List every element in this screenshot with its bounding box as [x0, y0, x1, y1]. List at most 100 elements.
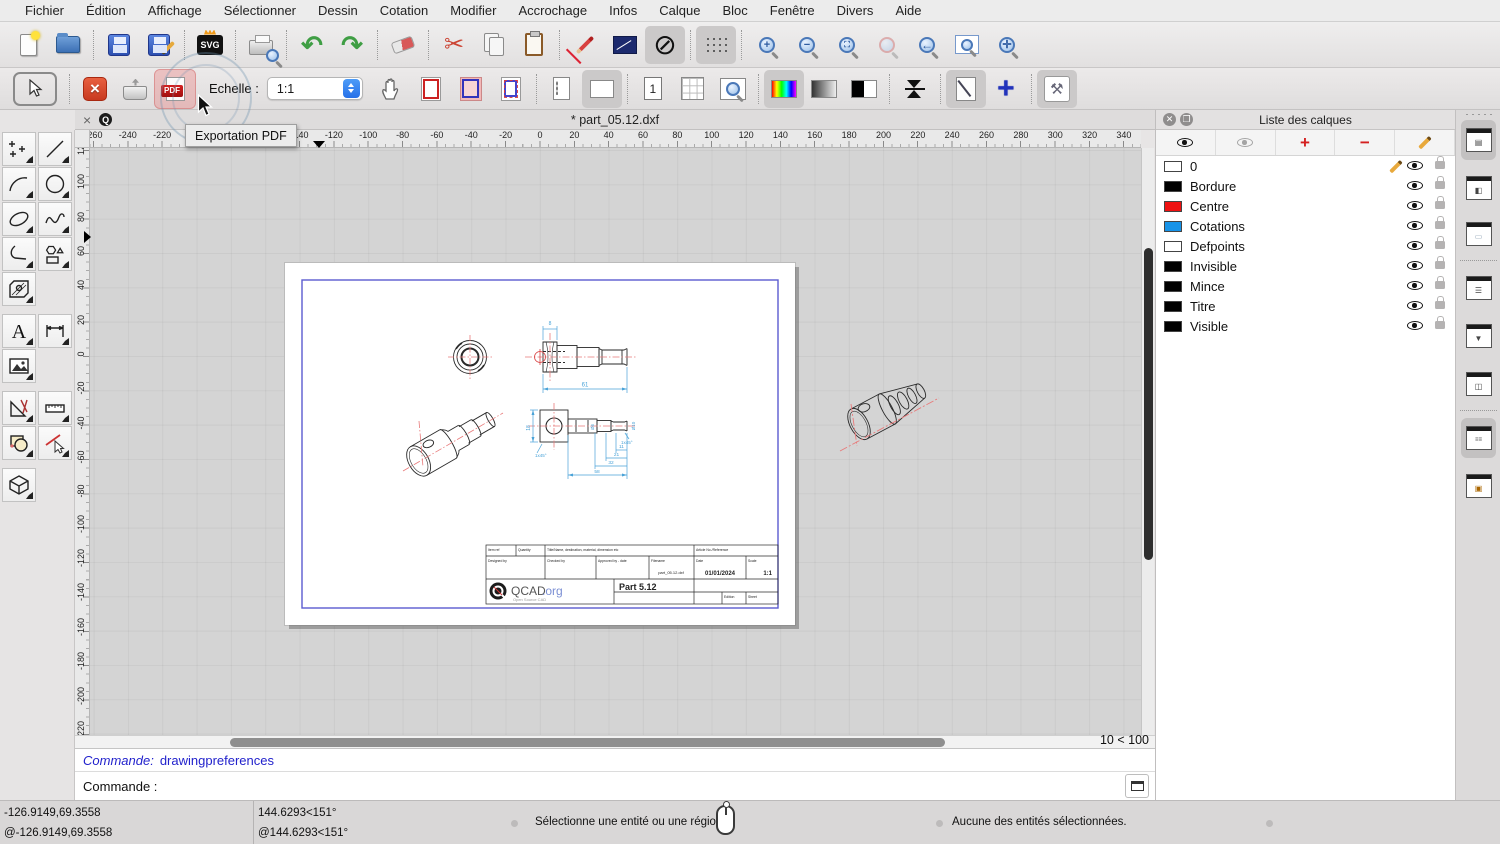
save-button[interactable]	[99, 26, 139, 64]
layer-row-cotations[interactable]: Cotations	[1156, 216, 1455, 236]
preferences-button[interactable]: ⚒	[1036, 69, 1077, 108]
layer-row-visible[interactable]: Visible	[1156, 316, 1455, 336]
command-options-button[interactable]	[1125, 774, 1149, 798]
layer-visibility-icon[interactable]	[1407, 161, 1423, 170]
hide-all-layers-button[interactable]	[1216, 130, 1276, 155]
layer-lock-icon[interactable]	[1435, 296, 1445, 309]
menu-item-bloc[interactable]: Bloc	[711, 3, 758, 18]
edit-layer-button[interactable]	[1395, 130, 1455, 155]
text-tool-button[interactable]: A	[2, 314, 36, 348]
landscape-button[interactable]	[581, 69, 622, 108]
menu-item-accrochage[interactable]: Accrochage	[507, 3, 598, 18]
layer-row-centre[interactable]: Centre	[1156, 196, 1455, 216]
menu-item-divers[interactable]: Divers	[826, 3, 885, 18]
solid-tool-button[interactable]	[2, 468, 36, 502]
paste-button[interactable]	[514, 26, 554, 64]
layer-color-swatch[interactable]	[1164, 280, 1182, 292]
multi-page-button[interactable]	[673, 70, 713, 108]
zoom-in-button[interactable]: +	[747, 26, 787, 64]
add-layer-button[interactable]: +	[1276, 130, 1336, 155]
dock-property-editor-button[interactable]: ☰	[1461, 268, 1496, 308]
dock-layer-list-button[interactable]: ▤	[1461, 120, 1496, 160]
hatch-tool-button[interactable]	[2, 272, 36, 306]
layer-lock-icon[interactable]	[1435, 156, 1445, 169]
layer-lock-icon[interactable]	[1435, 216, 1445, 229]
undo-button[interactable]: ↶	[292, 26, 332, 64]
menu-item-infos[interactable]: Infos	[598, 3, 648, 18]
layer-color-swatch[interactable]	[1164, 240, 1182, 252]
select-tool-button[interactable]	[6, 70, 64, 108]
open-file-button[interactable]	[48, 26, 88, 64]
layer-visibility-icon[interactable]	[1407, 221, 1423, 230]
single-page-button[interactable]: 1	[633, 70, 673, 108]
new-file-button[interactable]	[8, 26, 48, 64]
layer-row-mince[interactable]: Mince	[1156, 276, 1455, 296]
delete-button[interactable]	[383, 26, 423, 64]
dock-command-line-button[interactable]: ≡≡	[1461, 418, 1496, 458]
horizontal-scrollbar-thumb[interactable]	[230, 738, 945, 747]
shape-tool-button[interactable]	[38, 237, 72, 271]
cut-button[interactable]: ✂	[434, 26, 474, 64]
zoom-previous-button[interactable]: ←	[907, 26, 947, 64]
layer-visibility-icon[interactable]	[1407, 241, 1423, 250]
point-tool-button[interactable]	[2, 132, 36, 166]
dimension-tool-button[interactable]	[38, 314, 72, 348]
layer-color-swatch[interactable]	[1164, 320, 1182, 332]
show-all-layers-button[interactable]	[1156, 130, 1216, 155]
dock-selection-filter-button[interactable]: ▼	[1461, 316, 1496, 356]
scale-select[interactable]: 1:1	[266, 77, 363, 100]
redo-button[interactable]: ↷	[332, 26, 372, 64]
menu-item-dessin[interactable]: Dessin	[307, 3, 369, 18]
show-paper-preview-button[interactable]	[945, 69, 986, 108]
layer-row-bordure[interactable]: Bordure	[1156, 176, 1455, 196]
layer-visibility-icon[interactable]	[1407, 181, 1423, 190]
spline-tool-button[interactable]	[38, 202, 72, 236]
full-color-button[interactable]	[763, 69, 804, 108]
stepper-icon[interactable]	[342, 79, 360, 98]
grayscale-button[interactable]	[804, 70, 844, 108]
zoom-out-button[interactable]: −	[787, 26, 827, 64]
layer-row-titre[interactable]: Titre	[1156, 296, 1455, 316]
menu-item-slectionner[interactable]: Sélectionner	[213, 3, 307, 18]
menu-item-calque[interactable]: Calque	[648, 3, 711, 18]
menu-item-cotation[interactable]: Cotation	[369, 3, 439, 18]
svg-export-button[interactable]: SVG	[190, 26, 230, 64]
dock-library-browser-button[interactable]: ▭	[1461, 214, 1496, 254]
modify-tool-button[interactable]	[2, 426, 36, 460]
measure-tool-button[interactable]	[38, 391, 72, 425]
export-button[interactable]	[115, 70, 155, 108]
menu-item-affichage[interactable]: Affichage	[137, 3, 213, 18]
remove-layer-button[interactable]: −	[1335, 130, 1396, 155]
auto-fit-drawing-button[interactable]	[491, 70, 531, 108]
grid-toggle-button[interactable]	[696, 25, 736, 64]
print-preview-button[interactable]	[241, 26, 281, 64]
layer-lock-icon[interactable]	[1435, 196, 1445, 209]
zoom-selection-button[interactable]	[867, 26, 907, 64]
menu-item-fichier[interactable]: Fichier	[14, 3, 75, 18]
zoom-to-page-button[interactable]	[713, 70, 753, 108]
layer-color-swatch[interactable]	[1164, 180, 1182, 192]
auto-zoom-button[interactable]: ⛶	[827, 26, 867, 64]
show-crosshair-button[interactable]: +	[986, 70, 1026, 108]
layer-color-swatch[interactable]	[1164, 160, 1182, 172]
dock-view-button[interactable]: ◫	[1461, 364, 1496, 404]
command-input[interactable]	[163, 774, 1125, 798]
ellipse-tool-button[interactable]	[2, 202, 36, 236]
horizontal-scrollbar[interactable]: 10 < 100	[75, 733, 1155, 748]
pan-hand-button[interactable]	[371, 70, 411, 108]
draft-tools-button[interactable]	[2, 391, 36, 425]
menu-item-dition[interactable]: Édition	[75, 3, 137, 18]
pdf-export-button[interactable]: PDF	[154, 68, 196, 109]
layer-row-0[interactable]: 0	[1156, 156, 1455, 176]
black-white-button[interactable]	[844, 70, 884, 108]
edit-button[interactable]	[565, 26, 605, 64]
portrait-button[interactable]	[542, 70, 582, 108]
line-tool-button[interactable]	[38, 132, 72, 166]
arc-tool-button[interactable]	[2, 167, 36, 201]
close-drawing-button[interactable]: ×	[75, 70, 115, 108]
restriction-off-button[interactable]: ⊘	[645, 25, 685, 64]
layer-color-swatch[interactable]	[1164, 300, 1182, 312]
polyline-tool-button[interactable]	[2, 237, 36, 271]
dock-block-list-button[interactable]: ◧	[1461, 168, 1496, 208]
zoom-window-button[interactable]	[947, 26, 987, 64]
